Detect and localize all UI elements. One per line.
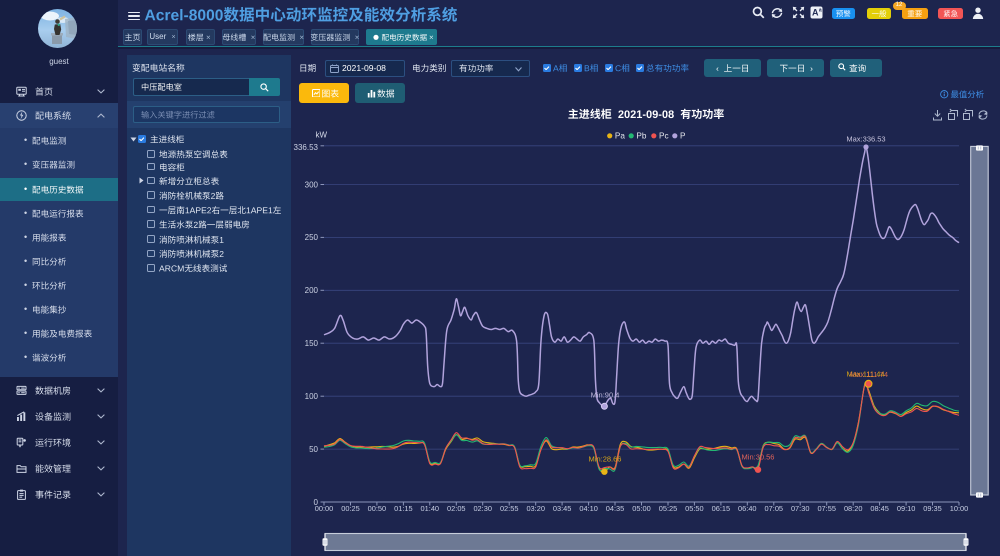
svg-text:03:20: 03:20 bbox=[526, 504, 545, 513]
svg-text:Pb: Pb bbox=[636, 132, 646, 141]
svg-text:08:45: 08:45 bbox=[870, 504, 889, 513]
svg-text:05:50: 05:50 bbox=[685, 504, 704, 513]
svg-text:02:05: 02:05 bbox=[447, 504, 466, 513]
svg-text:Min:30.56: Min:30.56 bbox=[742, 453, 775, 462]
svg-text:08:20: 08:20 bbox=[844, 504, 863, 513]
svg-text:02:30: 02:30 bbox=[473, 504, 492, 513]
svg-text:a: a bbox=[819, 8, 822, 14]
svg-text:100: 100 bbox=[305, 392, 319, 401]
svg-text:05:00: 05:00 bbox=[632, 504, 651, 513]
svg-text:Min:28.66: Min:28.66 bbox=[589, 455, 622, 464]
svg-text:04:35: 04:35 bbox=[606, 504, 625, 513]
svg-text:06:15: 06:15 bbox=[712, 504, 731, 513]
svg-text:02:55: 02:55 bbox=[500, 504, 519, 513]
svg-text:07:30: 07:30 bbox=[791, 504, 810, 513]
svg-text:04:10: 04:10 bbox=[579, 504, 598, 513]
svg-text:150: 150 bbox=[305, 339, 319, 348]
svg-text:50: 50 bbox=[309, 445, 318, 454]
svg-text:10:00: 10:00 bbox=[950, 504, 969, 513]
svg-text:09:35: 09:35 bbox=[923, 504, 942, 513]
svg-text:Pa: Pa bbox=[615, 132, 625, 141]
svg-text:09:10: 09:10 bbox=[897, 504, 916, 513]
svg-text:P: P bbox=[680, 132, 686, 141]
svg-text:00:25: 00:25 bbox=[341, 504, 360, 513]
svg-text:01:15: 01:15 bbox=[394, 504, 413, 513]
svg-text:Min:90.4: Min:90.4 bbox=[591, 391, 620, 400]
svg-text:00:00: 00:00 bbox=[315, 504, 334, 513]
svg-text:Pc: Pc bbox=[659, 132, 669, 141]
svg-text:07:05: 07:05 bbox=[765, 504, 784, 513]
svg-text:kW: kW bbox=[315, 131, 327, 140]
svg-text:200: 200 bbox=[305, 286, 319, 295]
svg-text:07:55: 07:55 bbox=[817, 504, 836, 513]
svg-text:A: A bbox=[812, 8, 819, 18]
svg-text:06:40: 06:40 bbox=[738, 504, 757, 513]
svg-text:Max:336.53: Max:336.53 bbox=[846, 135, 885, 144]
svg-text:05:25: 05:25 bbox=[659, 504, 678, 513]
svg-text:00:50: 00:50 bbox=[368, 504, 387, 513]
svg-text:01:40: 01:40 bbox=[421, 504, 440, 513]
svg-text:250: 250 bbox=[305, 233, 319, 242]
svg-text:300: 300 bbox=[305, 180, 319, 189]
svg-text:336.53: 336.53 bbox=[294, 143, 319, 152]
svg-text:03:45: 03:45 bbox=[553, 504, 572, 513]
svg-text:Max:111.74: Max:111.74 bbox=[850, 370, 888, 379]
